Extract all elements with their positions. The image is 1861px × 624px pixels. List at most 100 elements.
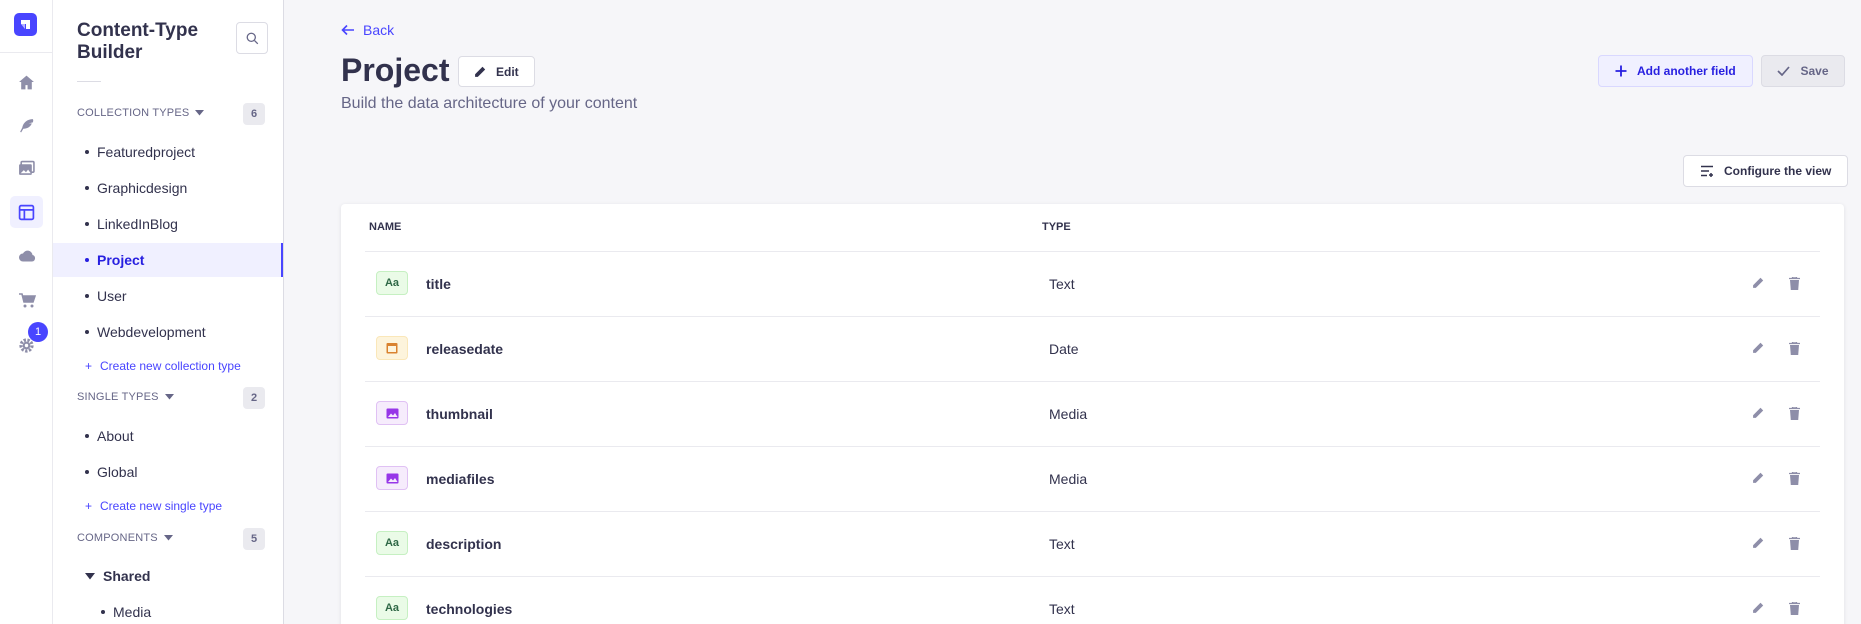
single-types-toggle[interactable]: SINGLE TYPES xyxy=(77,391,174,403)
pencil-icon xyxy=(1753,277,1764,288)
page-title: Project xyxy=(341,52,450,88)
edit-field-button[interactable] xyxy=(1748,403,1768,423)
table-row[interactable]: thumbnail Media xyxy=(365,382,1820,447)
field-name: technologies xyxy=(426,601,513,617)
delete-field-button[interactable] xyxy=(1784,273,1804,293)
feather-icon[interactable] xyxy=(10,109,43,141)
edit-field-button[interactable] xyxy=(1748,468,1768,488)
nav-item-featuredproject[interactable]: Featuredproject xyxy=(53,135,283,169)
bullet-icon xyxy=(85,330,89,334)
create-single-type-link[interactable]: + Create new single type xyxy=(85,499,222,513)
delete-field-button[interactable] xyxy=(1784,468,1804,488)
table-row[interactable]: Aa description Text xyxy=(365,512,1820,577)
notification-badge: 1 xyxy=(28,322,48,342)
page-subtitle: Build the data architecture of your cont… xyxy=(341,95,638,112)
collection-types-label: COLLECTION TYPES xyxy=(77,107,190,119)
single-types-label: SINGLE TYPES xyxy=(77,391,159,403)
collection-types-count: 6 xyxy=(243,103,265,125)
edit-field-button[interactable] xyxy=(1748,273,1768,293)
configure-view-button[interactable]: Configure the view xyxy=(1683,155,1849,187)
collection-types-toggle[interactable]: COLLECTION TYPES xyxy=(77,107,205,119)
bullet-icon xyxy=(85,222,89,226)
column-header-type: TYPE xyxy=(1042,221,1071,233)
nav-item-project[interactable]: Project xyxy=(53,243,283,277)
trash-icon xyxy=(1788,601,1800,615)
trash-icon xyxy=(1788,276,1800,290)
search-icon xyxy=(246,32,258,44)
table-row[interactable]: releasedate Date xyxy=(365,317,1820,382)
save-button[interactable]: Save xyxy=(1761,55,1845,87)
nav-item-label: LinkedInBlog xyxy=(97,216,178,232)
components-toggle[interactable]: COMPONENTS xyxy=(77,532,173,544)
field-type: Text xyxy=(1049,601,1075,617)
trash-icon xyxy=(1788,536,1800,550)
rail-divider xyxy=(0,52,53,53)
date-icon xyxy=(376,336,408,360)
text-icon: Aa xyxy=(376,531,408,555)
cloud-icon[interactable] xyxy=(10,240,43,272)
nav-item-label: Global xyxy=(97,464,138,480)
subnav-search-button[interactable] xyxy=(236,22,268,54)
nav-item-graphicdesign[interactable]: Graphicdesign xyxy=(53,171,283,205)
media-icon xyxy=(376,466,408,490)
strapi-logo-icon[interactable] xyxy=(14,13,37,36)
nav-item-label: Graphicdesign xyxy=(97,180,188,196)
delete-field-button[interactable] xyxy=(1784,338,1804,358)
plus-icon xyxy=(1615,65,1627,77)
nav-item-linkedinblog[interactable]: LinkedInBlog xyxy=(53,207,283,241)
cart-icon[interactable] xyxy=(10,284,43,316)
caret-down-icon xyxy=(163,535,173,541)
text-icon: Aa xyxy=(376,596,408,620)
nav-item-user[interactable]: User xyxy=(53,279,283,313)
nav-item-webdevelopment[interactable]: Webdevelopment xyxy=(53,315,283,349)
single-types-count: 2 xyxy=(243,387,265,409)
delete-field-button[interactable] xyxy=(1784,403,1804,423)
edit-label: Edit xyxy=(496,64,519,79)
add-another-field-button[interactable]: Add another field xyxy=(1598,55,1753,87)
component-group-label: Shared xyxy=(103,568,151,584)
nav-item-label: About xyxy=(97,428,134,444)
nav-item-label: Featuredproject xyxy=(97,144,196,160)
field-name: releasedate xyxy=(426,341,504,357)
nav-item-label: Webdevelopment xyxy=(97,324,206,340)
nav-item-media[interactable]: Media xyxy=(53,595,283,624)
arrow-left-icon xyxy=(341,24,354,36)
edit-button[interactable]: Edit xyxy=(458,56,535,87)
edit-field-button[interactable] xyxy=(1748,598,1768,618)
add-field-label: Add another field xyxy=(1637,64,1736,78)
subnav-divider xyxy=(77,81,101,82)
nav-item-global[interactable]: Global xyxy=(53,455,283,489)
home-icon[interactable] xyxy=(10,66,43,98)
field-name: description xyxy=(426,536,502,552)
delete-field-button[interactable] xyxy=(1784,533,1804,553)
edit-field-button[interactable] xyxy=(1748,533,1768,553)
table-row[interactable]: Aa technologies Text xyxy=(365,577,1820,624)
edit-field-button[interactable] xyxy=(1748,338,1768,358)
create-collection-type-link[interactable]: + Create new collection type xyxy=(85,359,241,373)
nav-item-label: Media xyxy=(113,604,152,620)
pencil-icon xyxy=(1753,472,1764,483)
table-row[interactable]: mediafiles Media xyxy=(365,447,1820,512)
field-type: Text xyxy=(1049,536,1075,552)
field-type: Date xyxy=(1049,341,1079,357)
column-header-name: NAME xyxy=(369,221,402,233)
field-name: thumbnail xyxy=(426,406,493,422)
pencil-icon xyxy=(475,66,486,77)
back-link[interactable]: Back xyxy=(341,22,394,38)
layout-icon[interactable] xyxy=(10,196,43,228)
pencil-icon xyxy=(1753,407,1764,418)
subnav-title: Content-Type Builder xyxy=(77,20,199,63)
bullet-icon xyxy=(85,186,89,190)
delete-field-button[interactable] xyxy=(1784,598,1804,618)
create-collection-type-label: Create new collection type xyxy=(100,359,241,373)
bullet-icon xyxy=(85,258,89,262)
field-name: title xyxy=(426,276,451,292)
bullet-icon xyxy=(85,470,89,474)
nav-item-about[interactable]: About xyxy=(53,419,283,453)
component-group-shared[interactable]: Shared xyxy=(85,568,150,584)
create-single-type-label: Create new single type xyxy=(100,499,223,513)
trash-icon xyxy=(1788,406,1800,420)
table-row[interactable]: Aa title Text xyxy=(365,252,1820,317)
image-icon[interactable] xyxy=(10,152,43,184)
list-settings-icon xyxy=(1701,165,1713,177)
